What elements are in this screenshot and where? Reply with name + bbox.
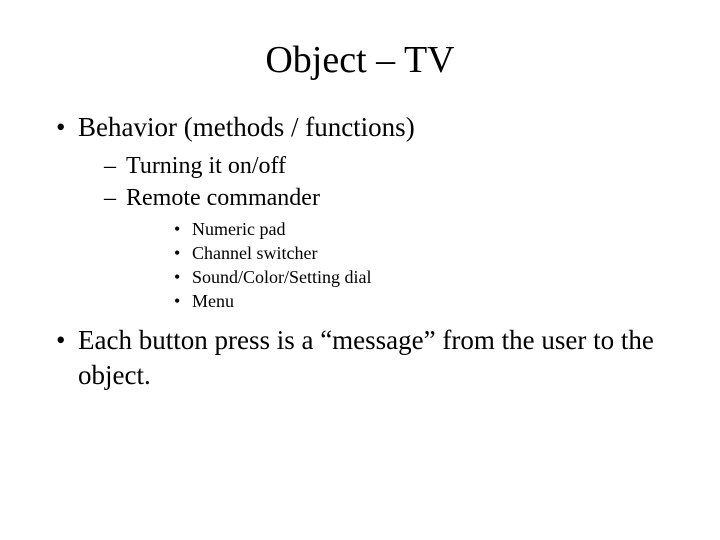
item-numeric-pad: Numeric pad xyxy=(170,218,680,241)
bullet-message: Each button press is a “message” from th… xyxy=(50,323,680,392)
slide: Object – TV Behavior (methods / function… xyxy=(0,0,720,540)
slide-content: Behavior (methods / functions) Turning i… xyxy=(0,110,720,392)
bullet-behavior: Behavior (methods / functions) Turning i… xyxy=(50,110,680,313)
item-channel-switcher: Channel switcher xyxy=(170,242,680,265)
sub-remote: Remote commander Numeric pad Channel swi… xyxy=(100,183,680,313)
item-menu: Menu xyxy=(170,290,680,313)
bullet-list: Behavior (methods / functions) Turning i… xyxy=(50,110,680,392)
sub-remote-text: Remote commander xyxy=(126,185,320,211)
bullet-behavior-text: Behavior (methods / functions) xyxy=(78,112,415,142)
sub-sub-list: Numeric pad Channel switcher Sound/Color… xyxy=(126,218,680,313)
sub-onoff: Turning it on/off xyxy=(100,151,680,182)
sub-list: Turning it on/off Remote commander Numer… xyxy=(78,151,680,314)
item-sound-dial: Sound/Color/Setting dial xyxy=(170,266,680,289)
slide-title: Object – TV xyxy=(0,0,720,110)
